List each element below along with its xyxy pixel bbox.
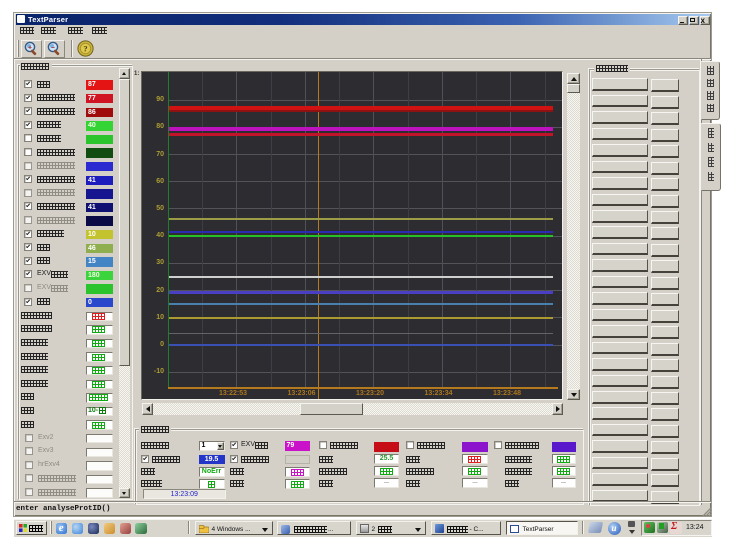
svg-text:?: ? (83, 43, 87, 53)
svg-text:−: − (51, 45, 55, 52)
svg-text:+: + (28, 45, 32, 52)
